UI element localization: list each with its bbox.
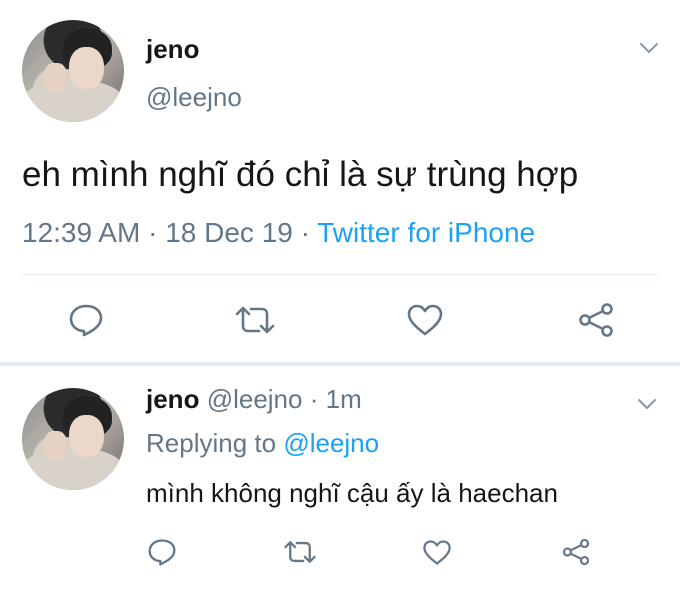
reply-handle[interactable]: @leejno — [207, 384, 303, 414]
share-icon — [579, 303, 613, 337]
heart-icon — [423, 539, 451, 565]
main-tweet-display-name[interactable]: jeno — [146, 34, 199, 65]
reply-avatar[interactable] — [22, 388, 124, 490]
reply-retweet-button[interactable] — [280, 534, 320, 570]
replying-to-label: Replying to — [146, 428, 277, 458]
main-tweet-source[interactable]: Twitter for iPhone — [317, 217, 535, 248]
reply-actions — [0, 530, 680, 580]
reply-button[interactable] — [64, 300, 108, 340]
chevron-down-icon — [640, 43, 658, 53]
retweet-icon — [284, 541, 316, 563]
main-tweet-date: 18 Dec 19 — [165, 217, 293, 248]
main-tweet-handle[interactable]: @leejno — [146, 82, 242, 113]
share-button[interactable] — [574, 300, 618, 340]
reply-share-button[interactable] — [558, 534, 594, 570]
retweet-icon — [235, 306, 275, 334]
main-tweet-meta: 12:39 AM · 18 Dec 19 · Twitter for iPhon… — [22, 217, 535, 249]
reply-separator: · — [309, 384, 319, 414]
main-tweet-time: 12:39 AM — [22, 217, 141, 248]
meta-separator: · — [300, 217, 310, 248]
replying-to-line: Replying to @leejno — [146, 428, 379, 459]
main-tweet-menu-button[interactable] — [634, 34, 664, 62]
reply-reply-button[interactable] — [144, 534, 180, 570]
retweet-button[interactable] — [230, 300, 280, 340]
reply-text: mình không nghĩ cậu ấy là haechan — [146, 478, 558, 508]
reply-like-button[interactable] — [418, 534, 456, 570]
heart-icon — [407, 304, 443, 336]
speech-bubble-icon — [148, 539, 176, 566]
main-tweet-actions — [0, 290, 680, 350]
reply-tweet[interactable]: jeno @leejno · 1m Replying to @leejno mì… — [0, 366, 680, 595]
main-tweet-divider — [22, 274, 658, 275]
meta-separator: · — [148, 217, 158, 248]
like-button[interactable] — [402, 300, 448, 340]
chevron-down-icon — [638, 399, 656, 409]
share-icon — [562, 538, 590, 566]
main-tweet-text: eh mình nghĩ đó chỉ là sự trùng hợp — [22, 155, 579, 194]
reply-menu-button[interactable] — [632, 390, 662, 418]
reply-header: jeno @leejno · 1m — [146, 384, 362, 415]
main-tweet-avatar[interactable] — [22, 20, 124, 122]
reply-display-name[interactable]: jeno — [146, 384, 199, 414]
reply-time[interactable]: 1m — [326, 384, 362, 414]
main-tweet: jeno @leejno eh mình nghĩ đó chỉ là sự t… — [0, 0, 680, 362]
speech-bubble-icon — [69, 304, 103, 337]
replying-to-link[interactable]: @leejno — [283, 428, 379, 458]
